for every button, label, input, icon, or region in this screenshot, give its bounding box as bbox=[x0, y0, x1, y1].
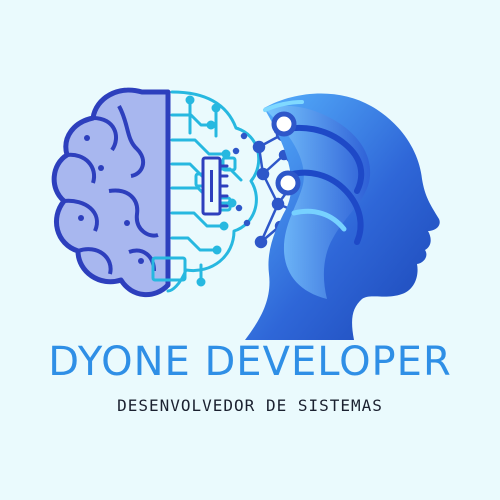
brain-circuit-head-logo bbox=[51, 87, 440, 340]
brand-subtitle: DESENVOLVEDOR DE SISTEMAS bbox=[117, 396, 383, 415]
logo-canvas: DYONE DEVELOPER DESENVOLVEDOR DE SISTEMA… bbox=[0, 0, 500, 500]
head-profile bbox=[245, 93, 440, 340]
chip-icon bbox=[201, 156, 229, 216]
brain-half bbox=[51, 87, 171, 297]
brand-title: DYONE DEVELOPER bbox=[48, 339, 452, 385]
